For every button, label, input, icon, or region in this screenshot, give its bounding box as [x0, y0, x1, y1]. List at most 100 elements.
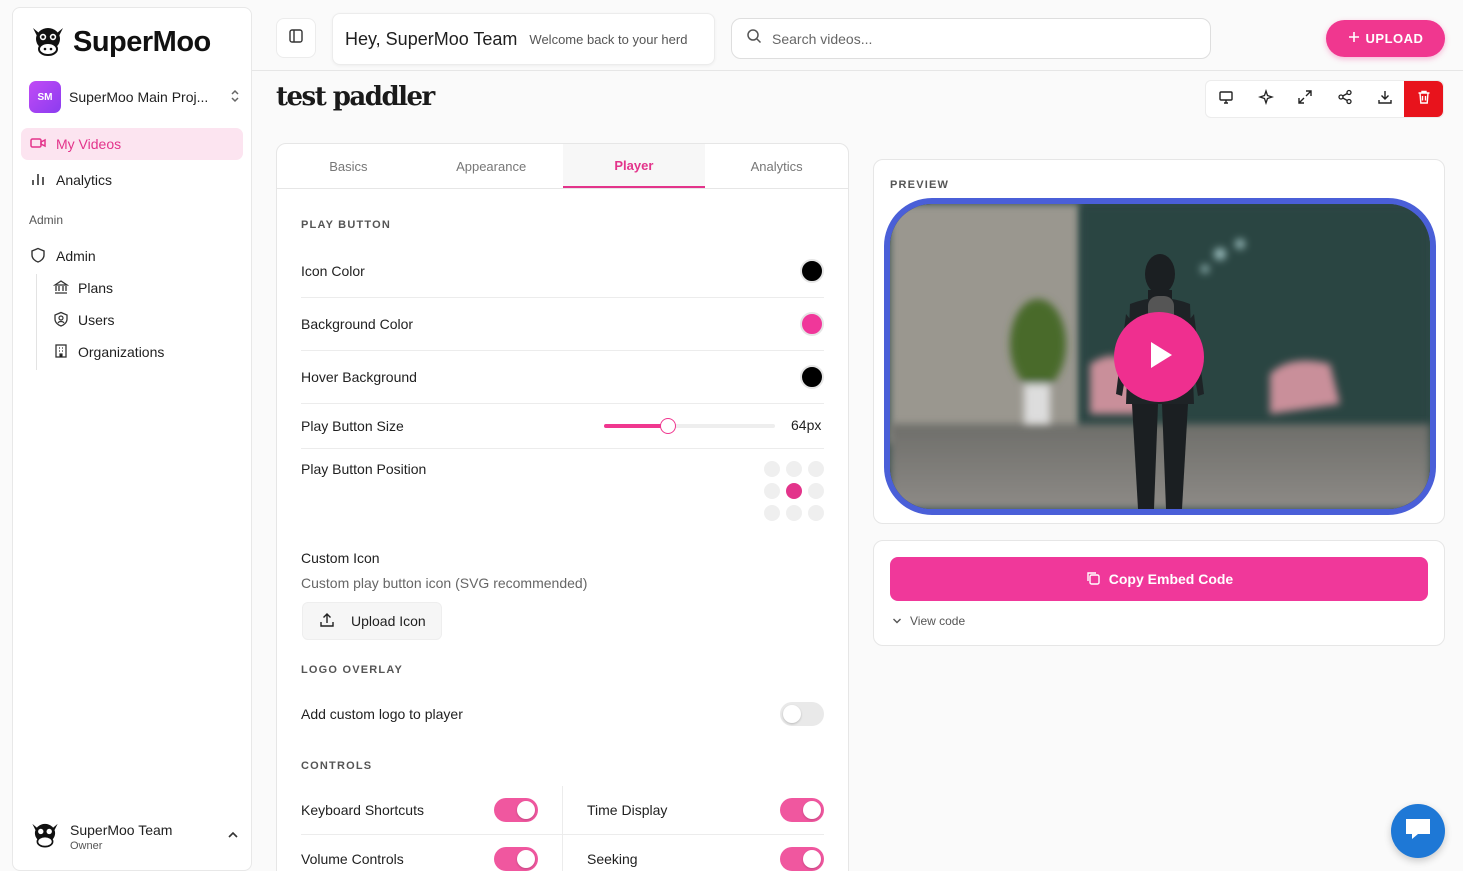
position-top-center[interactable] [786, 461, 802, 477]
slider-handle[interactable] [660, 418, 677, 434]
position-center[interactable] [786, 483, 802, 499]
position-bottom-left[interactable] [764, 505, 780, 521]
icon-color-row: Icon Color [301, 245, 824, 298]
search-bar[interactable] [731, 18, 1211, 59]
greeting-card: Hey, SuperMoo Team Welcome back to your … [332, 13, 715, 65]
position-bottom-center[interactable] [786, 505, 802, 521]
nav-organizations[interactable]: Organizations [53, 338, 164, 366]
keyboard-shortcuts-row: Keyboard Shortcuts [301, 797, 538, 823]
chevron-up-down-icon [229, 88, 241, 107]
bank-icon [52, 279, 70, 298]
tab-appearance[interactable]: Appearance [420, 144, 563, 188]
expand-icon [1297, 89, 1313, 110]
brand-logo[interactable]: SuperMoo [29, 22, 211, 63]
copy-embed-code-button[interactable]: Copy Embed Code [890, 557, 1428, 601]
submenu-divider [36, 274, 37, 370]
delete-button[interactable] [1404, 81, 1444, 117]
view-code-toggle[interactable]: View code [892, 614, 965, 628]
time-display-row: Time Display [587, 797, 824, 823]
toggle-knob [517, 850, 535, 868]
hover-background-swatch[interactable] [800, 365, 824, 389]
search-input[interactable] [772, 30, 1172, 47]
sidebar-toggle-button[interactable] [276, 18, 316, 58]
search-icon [746, 28, 762, 49]
volume-controls-toggle[interactable] [494, 847, 538, 871]
shield-icon [30, 247, 46, 266]
bar-chart-icon [30, 171, 46, 190]
play-icon [1141, 337, 1177, 378]
nav-admin[interactable]: Admin [21, 240, 243, 272]
position-bottom-right[interactable] [808, 505, 824, 521]
controls-section-title: CONTROLS [301, 760, 373, 772]
background-color-swatch[interactable] [800, 312, 824, 336]
header-divider [252, 70, 1463, 71]
controls-column-divider [562, 786, 563, 871]
custom-icon-label: Custom Icon [301, 550, 380, 566]
nav-plans[interactable]: Plans [52, 274, 113, 302]
user-menu[interactable]: SuperMoo Team Owner [29, 818, 239, 855]
fullscreen-button[interactable] [1285, 81, 1325, 117]
toggle-knob [783, 705, 801, 723]
page-title: test paddler [276, 82, 435, 112]
icon-color-swatch[interactable] [800, 259, 824, 283]
play-button-size-slider[interactable] [604, 418, 775, 434]
hover-background-row: Hover Background [301, 351, 824, 404]
volume-controls-row: Volume Controls [301, 846, 538, 871]
play-button-position-row: Play Button Position [301, 459, 824, 479]
nav-users[interactable]: Users [53, 306, 115, 334]
brand-name: SuperMoo [73, 26, 211, 58]
view-code-label: View code [910, 614, 966, 628]
tab-basics[interactable]: Basics [277, 144, 420, 188]
upload-button[interactable]: UPLOAD [1326, 20, 1445, 57]
nav-analytics[interactable]: Analytics [21, 164, 243, 196]
greeting-title: Hey, SuperMoo Team [345, 28, 518, 49]
copy-embed-code-label: Copy Embed Code [1108, 571, 1234, 587]
preview-desktop-button[interactable] [1206, 81, 1246, 117]
preview-card: PREVIEW [873, 159, 1445, 524]
video-icon [30, 136, 46, 153]
add-logo-toggle[interactable] [780, 702, 824, 726]
building-icon [53, 343, 69, 362]
toggle-knob [803, 801, 821, 819]
seeking-toggle[interactable] [780, 847, 824, 871]
position-top-left[interactable] [764, 461, 780, 477]
play-button[interactable] [1114, 312, 1204, 402]
user-name: SuperMoo Team [70, 821, 173, 838]
position-middle-left[interactable] [764, 483, 780, 499]
download-icon [1377, 89, 1393, 110]
nav-admin-label: Admin [56, 248, 96, 264]
ai-enhance-button[interactable] [1246, 81, 1286, 117]
position-top-right[interactable] [808, 461, 824, 477]
project-switcher[interactable]: SM SuperMoo Main Proj... [29, 80, 241, 114]
admin-section-label: Admin [29, 213, 64, 227]
upload-icon-button[interactable]: Upload Icon [302, 602, 442, 640]
tab-player[interactable]: Player [562, 144, 706, 188]
download-button[interactable] [1365, 81, 1405, 117]
add-logo-label: Add custom logo to player [301, 706, 463, 722]
preview-label: PREVIEW [890, 179, 950, 191]
nav-organizations-label: Organizations [78, 344, 165, 360]
time-display-toggle[interactable] [780, 798, 824, 822]
trash-icon [1416, 89, 1432, 110]
chat-widget-button[interactable] [1391, 804, 1445, 858]
nav-my-videos[interactable]: My Videos [21, 128, 243, 160]
video-player[interactable] [884, 198, 1436, 515]
embed-card: Copy Embed Code View code [873, 540, 1445, 646]
share-button[interactable] [1325, 81, 1365, 117]
cow-logo-icon [29, 22, 67, 63]
nav-my-videos-label: My Videos [56, 136, 122, 152]
background-color-label: Background Color [301, 316, 414, 332]
icon-color-label: Icon Color [301, 263, 365, 279]
play-button-position-label: Play Button Position [301, 461, 427, 477]
keyboard-shortcuts-toggle[interactable] [494, 798, 538, 822]
slider-fill [604, 424, 669, 428]
nav-analytics-label: Analytics [56, 172, 113, 188]
upload-icon-label: Upload Icon [351, 613, 426, 629]
background-color-row: Background Color [301, 298, 824, 351]
user-shield-icon [53, 311, 69, 330]
volume-controls-label: Volume Controls [301, 851, 404, 867]
position-middle-right[interactable] [808, 483, 824, 499]
keyboard-shortcuts-label: Keyboard Shortcuts [301, 802, 424, 818]
tab-analytics[interactable]: Analytics [705, 144, 848, 188]
time-display-label: Time Display [587, 802, 668, 818]
